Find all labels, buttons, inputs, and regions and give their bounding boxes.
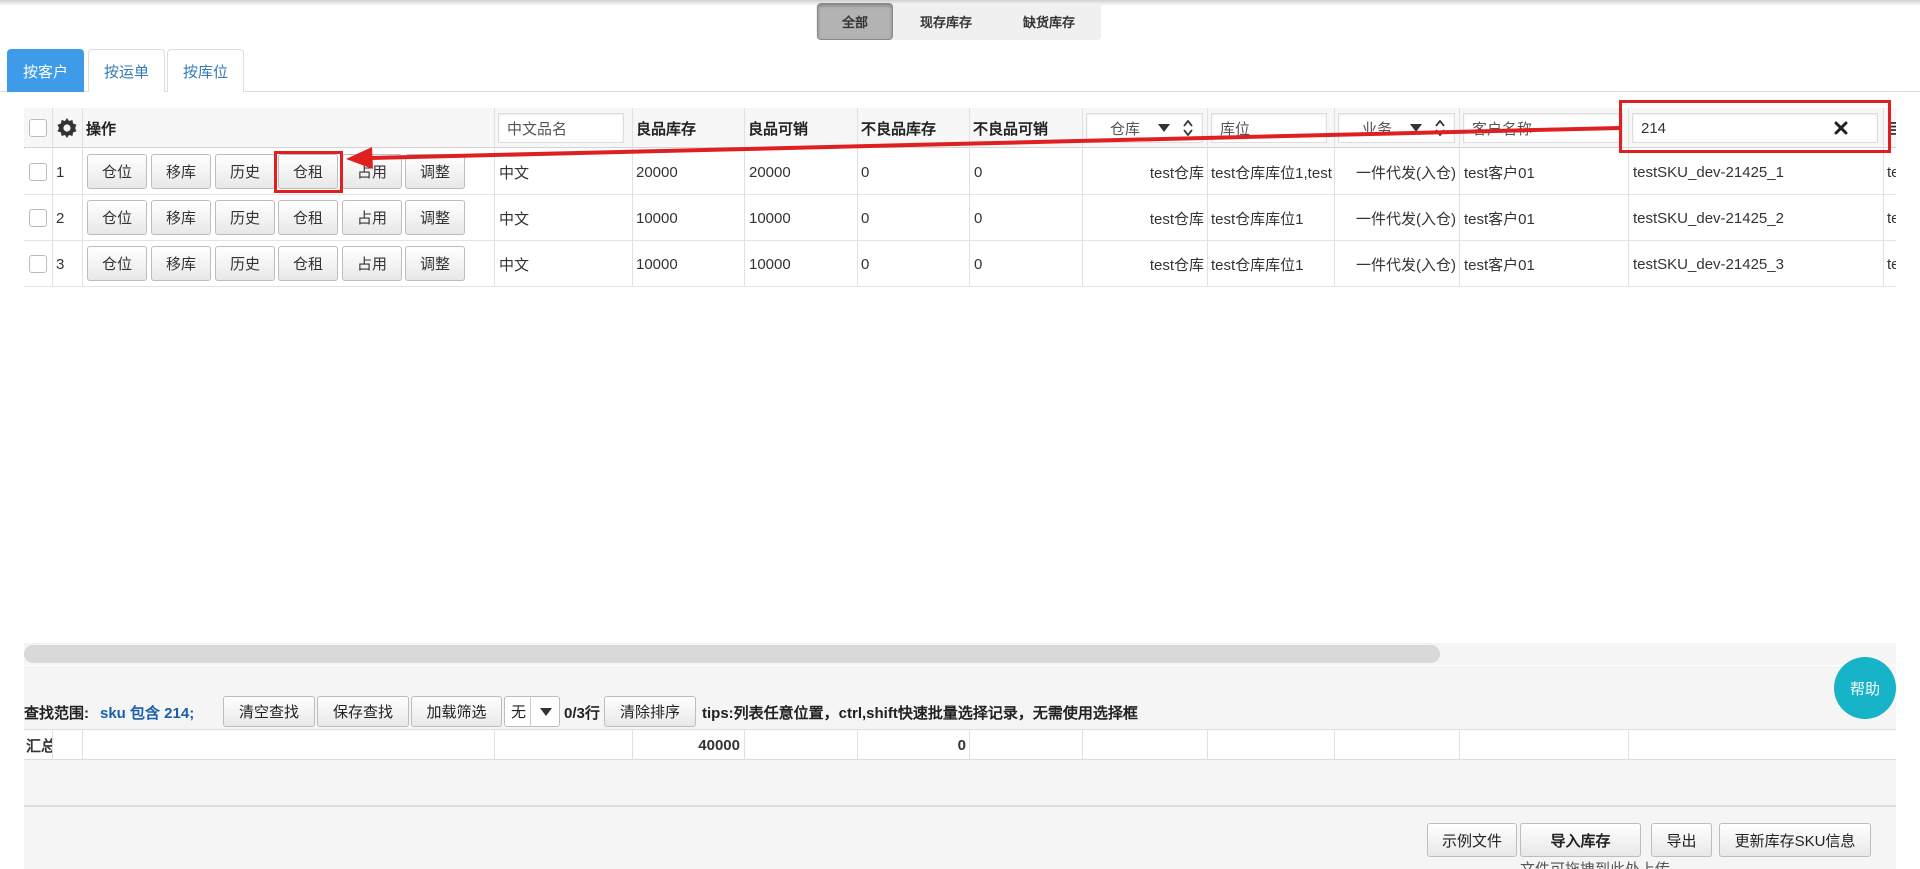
clear-sort-button[interactable]: 清除排序 bbox=[604, 696, 696, 727]
summary-good-stock: 40000 bbox=[698, 736, 740, 754]
grid-divider bbox=[1628, 730, 1629, 760]
grid-divider bbox=[82, 730, 83, 760]
horizontal-scrollbar-thumb[interactable] bbox=[24, 645, 1440, 663]
grid-divider bbox=[1459, 730, 1460, 760]
grid-divider bbox=[1207, 730, 1208, 760]
clear-search-button[interactable]: 清空查找 bbox=[223, 696, 315, 727]
tips-text: tips:列表任意位置，ctrl,shift快速批量选择记录，无需使用选择框 bbox=[702, 704, 1138, 722]
grid-divider bbox=[1082, 730, 1083, 760]
row-count: 0/3行 bbox=[564, 704, 600, 722]
grid-divider bbox=[52, 730, 53, 760]
grid-divider bbox=[744, 730, 745, 760]
grid-divider bbox=[494, 730, 495, 760]
caret-down-icon[interactable] bbox=[530, 696, 560, 727]
export-button[interactable]: 导出 bbox=[1651, 823, 1712, 857]
load-filter-button[interactable]: 加载筛选 bbox=[411, 696, 502, 727]
grid-divider bbox=[632, 730, 633, 760]
import-stock-button[interactable]: 导入库存 bbox=[1520, 823, 1641, 857]
save-search-button[interactable]: 保存查找 bbox=[317, 696, 409, 727]
search-scope-label: 查找范围: bbox=[24, 704, 89, 722]
summary-bad-stock: 0 bbox=[957, 736, 966, 754]
grid-divider bbox=[857, 730, 858, 760]
search-scope-value: sku 包含 214; bbox=[100, 704, 195, 722]
upload-hint: 文件可拖拽到此处上传 bbox=[1520, 858, 1840, 869]
grid-divider bbox=[1334, 730, 1335, 760]
update-sku-button[interactable]: 更新库存SKU信息 bbox=[1719, 823, 1871, 857]
help-button[interactable]: 帮助 bbox=[1834, 657, 1896, 719]
footer-divider bbox=[24, 805, 1896, 807]
filter-select-value: 无 bbox=[511, 704, 527, 721]
sample-file-button[interactable]: 示例文件 bbox=[1427, 823, 1517, 857]
summary-label: 汇总 bbox=[26, 737, 52, 755]
grid-divider bbox=[969, 730, 970, 760]
